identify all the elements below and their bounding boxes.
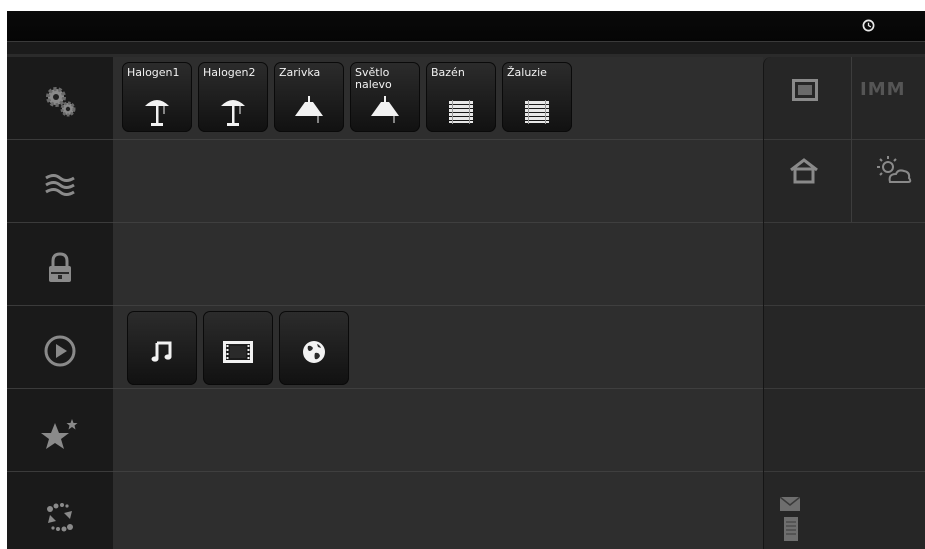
floor-lamp-icon: [221, 100, 245, 126]
right-row-3: [764, 223, 925, 306]
scenes-row: [113, 472, 763, 549]
device-tile-zaluzie[interactable]: Žaluzie: [502, 62, 572, 132]
screen: Halogen1 Halogen2 Zarivka Světlo nalevo …: [7, 11, 925, 549]
stars-icon: [41, 419, 78, 449]
ceiling-lamp-icon: [371, 96, 399, 123]
weather-icon[interactable]: [872, 154, 912, 186]
house-icon[interactable]: [788, 157, 820, 185]
sidebar-item-heating[interactable]: [7, 140, 113, 223]
window-icon[interactable]: [792, 79, 818, 101]
heating-row: [113, 140, 763, 223]
dots-icon: [47, 503, 73, 532]
blinds-icon: [525, 100, 549, 124]
device-tile-halogen2[interactable]: Halogen2: [198, 62, 268, 132]
right-divider: [851, 57, 852, 222]
media-tile-web[interactable]: [279, 311, 349, 385]
favorites-row: [113, 389, 763, 472]
sidebar-item-scenes[interactable]: [7, 472, 113, 549]
music-icon: [151, 341, 172, 362]
lock-icon: [49, 252, 71, 282]
waves-icon: [45, 174, 75, 196]
right-row-5: [764, 389, 925, 472]
globe-icon: [303, 341, 325, 363]
clock-icon: [862, 19, 875, 32]
device-tile-zarivka[interactable]: Zarivka: [274, 62, 344, 132]
media-tile-music[interactable]: [127, 311, 197, 385]
device-tile-bazen[interactable]: Bazén: [426, 62, 496, 132]
sidebar: [7, 57, 113, 549]
device-label: Žaluzie: [507, 66, 547, 79]
device-tile-halogen1[interactable]: Halogen1: [122, 62, 192, 132]
sidebar-item-settings[interactable]: [7, 57, 113, 140]
floor-lamp-icon: [145, 100, 169, 126]
ceiling-lamp-icon: [295, 96, 323, 123]
device-label: Bazén: [431, 66, 465, 79]
security-row: [113, 223, 763, 306]
subheader-bar: [7, 42, 925, 54]
device-label: Světlo nalevo: [355, 66, 392, 91]
right-row-4: [764, 306, 925, 389]
device-label: Halogen2: [203, 66, 256, 79]
lights-row: Halogen1 Halogen2 Zarivka Světlo nalevo …: [113, 57, 763, 140]
play-icon: [44, 335, 76, 367]
sidebar-item-media[interactable]: [7, 306, 113, 389]
sidebar-item-favorites[interactable]: [7, 389, 113, 472]
status-bar: [7, 11, 925, 42]
document-icon[interactable]: [784, 517, 798, 541]
sidebar-item-security[interactable]: [7, 223, 113, 306]
film-icon: [223, 341, 253, 363]
media-row: [113, 306, 763, 389]
brand-logo: IMM: [860, 79, 906, 100]
main-panel: Halogen1 Halogen2 Zarivka Světlo nalevo …: [113, 57, 763, 549]
device-tile-svetlo-nalevo[interactable]: Světlo nalevo: [350, 62, 420, 132]
mail-icon[interactable]: [780, 497, 800, 511]
right-panel: IMM: [763, 57, 925, 549]
media-tile-video[interactable]: [203, 311, 273, 385]
gears-icon: [46, 87, 76, 117]
device-label: Zarivka: [279, 66, 321, 79]
device-label: Halogen1: [127, 66, 180, 79]
blinds-icon: [449, 100, 473, 124]
